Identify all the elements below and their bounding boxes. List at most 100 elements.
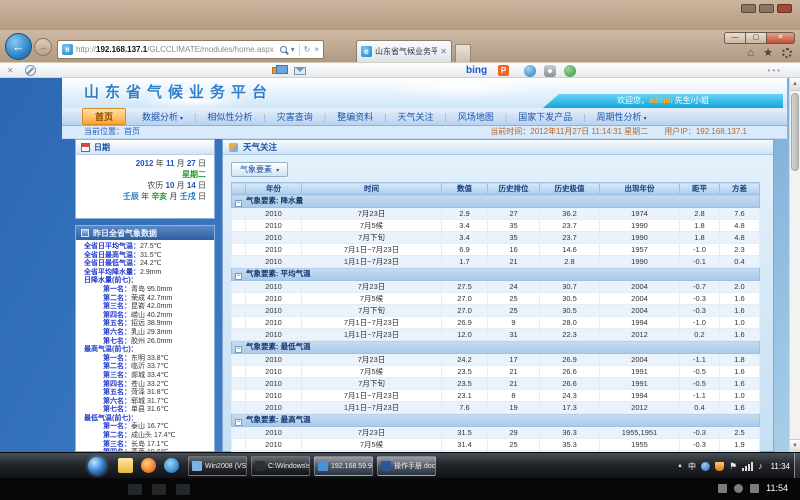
table-cell: 24 [488,281,540,293]
hidden-icons-chevron[interactable]: ▲ [677,463,683,469]
taskbar-clock[interactable]: 11:34 [771,462,790,471]
window-maximize-button[interactable]: ▢ [745,32,766,44]
tools-gear-icon[interactable] [782,48,792,58]
table-row[interactable]: 20107月23日31.52936.31955,1951-0.32.5 [232,427,760,439]
nav-tab-7[interactable]: 风场地图 [447,110,505,123]
home-icon[interactable]: ⌂ [747,47,754,59]
blocked-icon[interactable] [25,65,36,76]
page-scrollbar[interactable]: ▲ ▼ [789,78,800,452]
table-row[interactable]: 20107月5候27.02530.52004-0.31.6 [232,293,760,305]
table-row[interactable]: 20107月下旬27.02530.52004-0.31.6 [232,305,760,317]
messenger-icon[interactable] [524,65,536,77]
nav-tab-1[interactable]: 首页 [82,108,126,125]
cards-icon[interactable] [272,67,282,74]
table-cell: 1.6 [720,293,760,305]
element-filter-button[interactable]: 气象要素 ▾ [231,162,288,177]
collapse-icon[interactable]: − [235,346,242,353]
table-cell: 23.5 [442,366,488,378]
collapse-icon[interactable]: − [235,419,242,426]
sidebar: 日期 2012 年 11 月 27 日 星期二 农历 10 月 14 日 壬辰 … [75,139,215,452]
table-group-row[interactable]: −气象要素: 降水量 [232,195,760,208]
table-row[interactable]: 20107月下旬3.43523.719901.84.8 [232,232,760,244]
table-group-row[interactable]: −气象要素: 最高气温 [232,414,760,427]
table-group-row[interactable]: −气象要素: 平均气温 [232,268,760,281]
scroll-down-icon[interactable]: ▼ [790,439,800,452]
nav-tab-4[interactable]: 灾害查询 [266,110,324,123]
taskbar-button-2[interactable]: C:\Windows\s... [251,456,310,476]
site-header-banner: 山东省气候业务平台 欢迎您，admin 先生/小姐 [62,78,787,108]
table-row[interactable]: 20107月1日~7月23日26.9928.01994-1.01.0 [232,317,760,329]
host-tray-icon-3[interactable] [750,484,759,493]
search-icon[interactable] [280,46,287,53]
security-shield-icon[interactable] [715,462,724,471]
refresh-icon[interactable]: ↻ [304,45,311,54]
table-row[interactable]: 20107月23日27.52430.72004-0.72.0 [232,281,760,293]
taskbar-button-1[interactable]: Win2008 (VS2... [188,456,247,476]
new-tab-button[interactable] [455,44,471,62]
table-cell: 2010 [246,402,302,414]
table-cell: 1.8 [720,354,760,366]
mail-icon[interactable] [294,67,306,75]
table-row[interactable]: 20101月1日~7月23日1.7212.81990-0.10.4 [232,256,760,268]
language-indicator[interactable]: 中 [688,461,696,472]
explorer-icon[interactable] [118,458,133,473]
outer-minimize-button[interactable] [741,4,756,13]
window-close-button[interactable]: ✕ [766,32,795,44]
table-row[interactable]: 20107月23日2.92736.219742.87.6 [232,208,760,220]
host-tray-icon-1[interactable] [718,484,727,493]
collapse-icon[interactable]: − [235,273,242,280]
outer-close-button[interactable] [777,4,792,13]
table-row[interactable]: 20107月5候3.43523.719901.84.8 [232,220,760,232]
table-row[interactable]: 20107月5候31.42535.31955-0.31.9 [232,439,760,451]
stop-icon[interactable]: × [314,45,319,54]
bing-logo[interactable]: bing [466,65,487,76]
taskbar-button-4[interactable]: 操作手册.docx ... [377,456,436,476]
table-row[interactable]: 20101月1日~7月23日7.61917.320120.41.6 [232,402,760,414]
network-icon[interactable] [742,462,753,471]
table-row[interactable]: 20107月23日24.21726.92004-1.11.8 [232,354,760,366]
collapse-icon[interactable]: − [235,200,242,207]
host-tray-icon-2[interactable] [734,484,743,493]
action-center-flag-icon[interactable]: ⚑ [729,462,737,471]
start-button[interactable] [88,457,106,475]
browser-quicklaunch-icon[interactable] [164,458,179,473]
scroll-up-icon[interactable]: ▲ [790,78,800,91]
address-bar[interactable]: e http://192.168.137.1/GLCCLIMATE/module… [57,40,324,59]
table-row[interactable]: 20107月5候23.52126.61991-0.51.6 [232,366,760,378]
tray-app-icon[interactable] [701,462,710,471]
nav-tab-8[interactable]: 国家下发产品 [507,110,583,123]
taskbar-button-3[interactable]: 192.168.59.99... [314,456,373,476]
browser-forward-button[interactable]: → [34,38,52,56]
globe-icon[interactable] [564,65,576,77]
table-group-row[interactable]: −气象要素: 最低气温 [232,341,760,354]
toolbar-close-icon[interactable]: ✕ [7,66,14,75]
toolbar-more-icon[interactable]: ••• [768,66,782,75]
outer-maximize-button[interactable] [759,4,774,13]
bing-badge-icon[interactable]: P [498,65,509,76]
table-row[interactable]: 20107月下旬23.52126.61991-0.51.6 [232,378,760,390]
table-cell: 1月1日~7月23日 [302,256,442,268]
table-row[interactable]: 20107月1日~7月23日6.91614.61957-1.02.3 [232,244,760,256]
scrollbar-thumb[interactable] [791,93,799,171]
camera-icon[interactable] [544,65,556,77]
table-row[interactable]: 20101月1日~7月23日12.03122.320120.21.6 [232,329,760,341]
nav-tab-5[interactable]: 整编资料 [326,110,384,123]
weather-watch-panel: 天气关注 气象要素 ▾ 年份时间数值历史排位历史极值出现年份距平方差−气象要素:… [222,139,774,452]
search-dropdown-icon[interactable]: ▾ [291,45,295,54]
volume-icon[interactable]: ♪ [758,462,763,471]
nav-tab-2[interactable]: 数据分析▾ [131,110,194,123]
browser-tab[interactable]: e 山东省气候业务平... ✕ [356,40,452,62]
table-row[interactable]: 20107月1日~7月23日23.1824.31994-1.11.0 [232,390,760,402]
tab-close-icon[interactable]: ✕ [440,47,447,56]
table-cell: 29 [488,427,540,439]
show-desktop-button[interactable] [794,453,800,479]
media-player-icon[interactable] [141,458,156,473]
window-minimize-button[interactable]: — [724,32,745,44]
table-cell: 30.7 [540,281,600,293]
favorites-star-icon[interactable]: ★ [763,46,773,59]
nav-tab-3[interactable]: 相似性分析 [196,110,263,123]
browser-back-button[interactable]: ← [5,33,32,60]
table-cell: 2004 [600,354,680,366]
nav-tab-6[interactable]: 天气关注 [386,110,444,123]
nav-tab-9[interactable]: 周期性分析▾ [586,110,658,123]
